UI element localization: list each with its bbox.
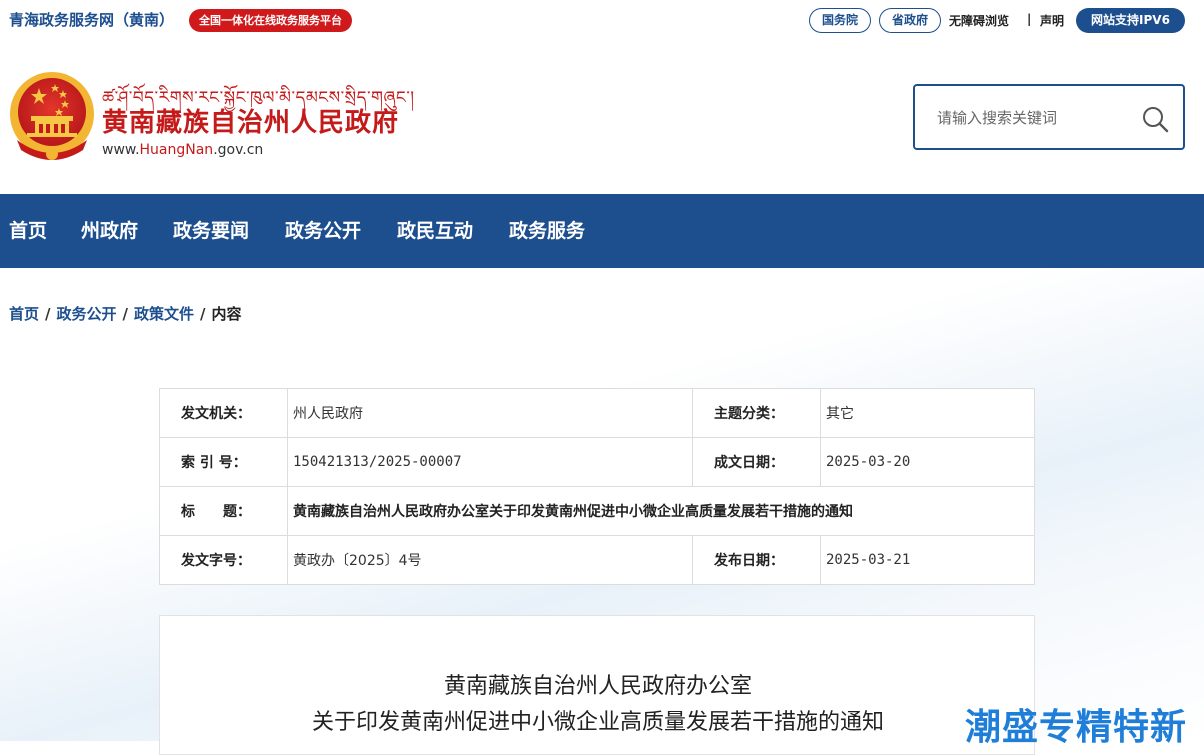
breadcrumb-disclosure[interactable]: 政务公开 — [57, 305, 117, 323]
site-name-link[interactable]: 青海政务服务网（黄南） — [9, 9, 174, 30]
document-body: 黄南藏族自治州人民政府办公室 关于印发黄南州促进中小微企业高质量发展若干措施的通… — [159, 615, 1035, 755]
nav-item-interaction[interactable]: 政民互动 — [397, 194, 473, 268]
topbar-separator: | — [1027, 12, 1032, 26]
document-title-line1: 黄南藏族自治州人民政府办公室 — [443, 674, 752, 699]
published-date-value: 2025-03-21 — [820, 535, 1035, 585]
breadcrumb-current: 内容 — [211, 305, 242, 323]
table-row: 标 题： 黄南藏族自治州人民政府办公室关于印发黄南州促进中小微企业高质量发展若干… — [159, 486, 1035, 536]
nav-item-home[interactable]: 首页 — [9, 194, 47, 268]
created-date-value: 2025-03-20 — [820, 437, 1035, 487]
title-label: 标 题： — [159, 486, 288, 536]
site-header: ཚ་ཤོ་བོད་རིགས་རང་སྐྱོང་ཁུལ་མི་དམངས་སྲིད་… — [0, 40, 1204, 194]
title-value: 黄南藏族自治州人民政府办公室关于印发黄南州促进中小微企业高质量发展若干措施的通知 — [287, 486, 1035, 536]
nav-item-services[interactable]: 政务服务 — [509, 194, 585, 268]
issuer-label: 发文机关： — [159, 388, 288, 438]
watermark-text: 潮盛专精特新 — [965, 707, 1188, 748]
guowuyuan-link[interactable]: 国务院 — [809, 8, 871, 33]
index-value: 150421313/2025-00007 — [287, 437, 693, 487]
document-title-line2: 关于印发黄南州促进中小微企业高质量发展若干措施的通知 — [311, 710, 884, 735]
shengzhengfu-link[interactable]: 省政府 — [879, 8, 941, 33]
doc-number-value: 黄政办〔2025〕4号 — [287, 535, 693, 585]
breadcrumb-separator: / — [45, 305, 51, 323]
doc-number-label: 发文字号： — [159, 535, 288, 585]
index-label: 索 引 号： — [159, 437, 288, 487]
table-row: 发文字号： 黄政办〔2025〕4号 发布日期： 2025-03-21 — [159, 535, 1035, 585]
search-box — [913, 84, 1185, 150]
accessible-browse-link[interactable]: 无障碍浏览 — [949, 12, 1009, 29]
platform-badge[interactable]: 全国一体化在线政务服务平台 — [189, 9, 352, 32]
breadcrumb-policy-docs[interactable]: 政策文件 — [134, 305, 194, 323]
top-bar: 青海政务服务网（黄南） 全国一体化在线政务服务平台 国务院 省政府 无障碍浏览 … — [0, 0, 1204, 40]
search-icon[interactable] — [1141, 105, 1169, 133]
nav-item-news[interactable]: 政务要闻 — [173, 194, 249, 268]
nav-item-disclosure[interactable]: 政务公开 — [285, 194, 361, 268]
gov-name: 黄南藏族自治州人民政府 — [102, 108, 400, 138]
table-row: 发文机关： 州人民政府 主题分类： 其它 — [159, 388, 1035, 438]
published-date-label: 发布日期： — [692, 535, 821, 585]
breadcrumb-separator: / — [122, 305, 128, 323]
breadcrumb-separator: / — [200, 305, 206, 323]
nav-item-prefecture-gov[interactable]: 州政府 — [81, 194, 138, 268]
search-input[interactable] — [937, 104, 1127, 132]
domain-prefix: www. — [102, 142, 140, 158]
created-date-label: 成文日期： — [692, 437, 821, 487]
domain-suffix: .gov.cn — [213, 142, 264, 158]
breadcrumb: 首页 / 政务公开 / 政策文件 / 内容 — [9, 303, 242, 324]
declaration-link[interactable]: 声明 — [1040, 12, 1064, 29]
main-nav: 首页 州政府 政务要闻 政务公开 政民互动 政务服务 — [0, 194, 1204, 268]
topic-label: 主题分类： — [692, 388, 821, 438]
ipv6-badge: 网站支持IPV6 — [1076, 8, 1185, 33]
table-row: 索 引 号： 150421313/2025-00007 成文日期： 2025-0… — [159, 437, 1035, 487]
domain-highlight: HuangNan — [139, 142, 214, 158]
breadcrumb-home[interactable]: 首页 — [9, 305, 39, 323]
national-emblem-icon — [10, 72, 94, 160]
issuer-value: 州人民政府 — [287, 388, 693, 438]
site-domain: www.HuangNan.gov.cn — [102, 142, 263, 158]
document-meta-table: 发文机关： 州人民政府 主题分类： 其它 索 引 号： 150421313/20… — [159, 388, 1035, 585]
topic-value: 其它 — [820, 388, 1035, 438]
